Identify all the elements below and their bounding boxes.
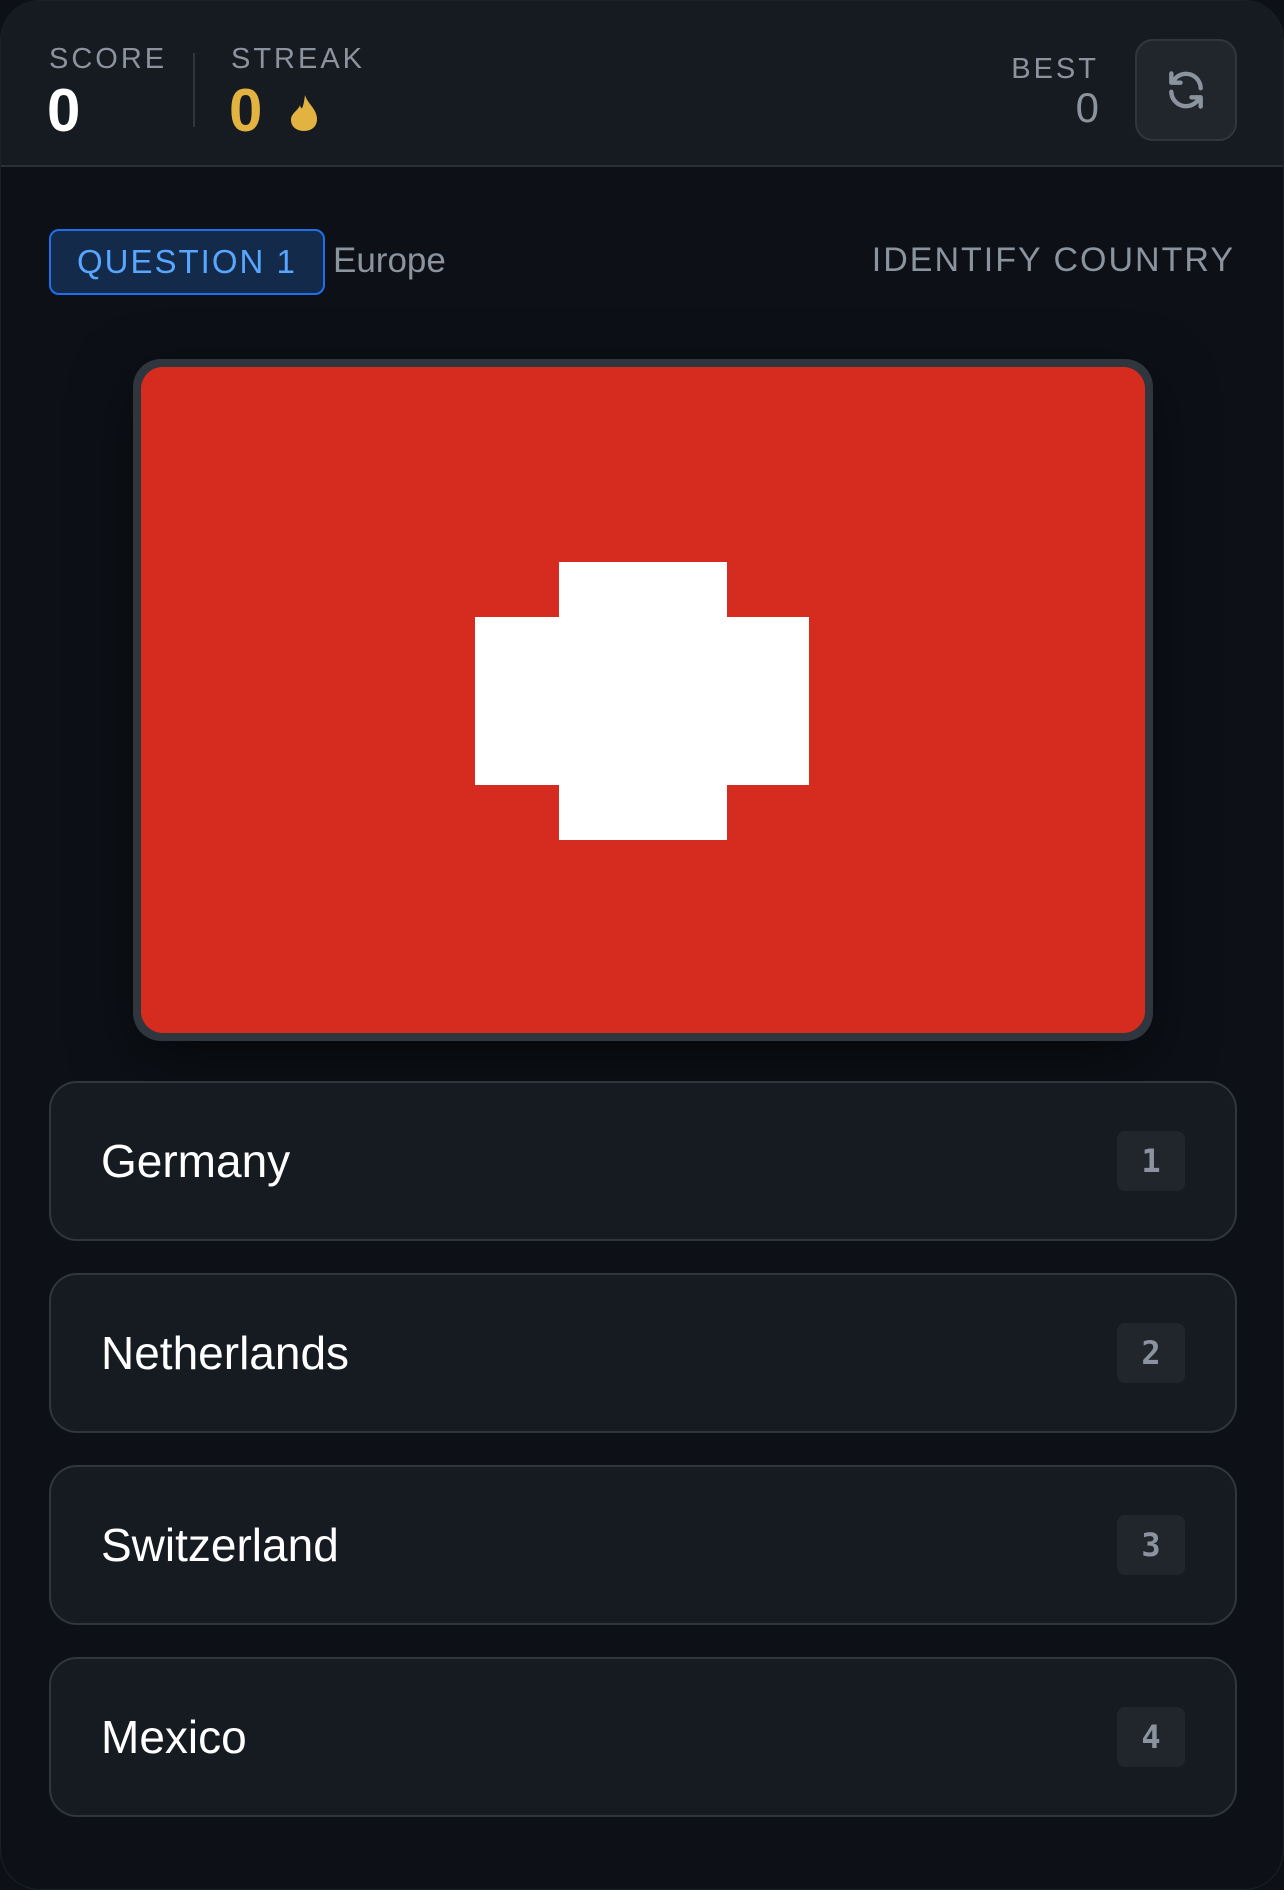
quiz-app: SCORE 0 STREAK 0 BEST 0 QUESTION 1 Europ… — [0, 0, 1284, 1890]
best-label: BEST — [1011, 53, 1099, 85]
flag-cross-horizontal — [475, 617, 809, 785]
streak-value: 0 — [229, 77, 263, 144]
region-label: Europe — [333, 241, 446, 280]
question-mode-label: IDENTIFY COUNTRY — [871, 241, 1235, 279]
option-shortcut-key: 3 — [1117, 1515, 1185, 1575]
option-label: Mexico — [101, 1711, 247, 1763]
streak-label: STREAK — [231, 43, 366, 75]
flag-image — [141, 367, 1145, 1033]
answer-option-3[interactable]: Switzerland 3 — [49, 1465, 1237, 1625]
flag-frame — [133, 359, 1153, 1041]
option-shortcut-key: 4 — [1117, 1707, 1185, 1767]
score-header: SCORE 0 STREAK 0 BEST 0 — [1, 1, 1283, 167]
answer-option-1[interactable]: Germany 1 — [49, 1081, 1237, 1241]
refresh-icon — [1169, 71, 1203, 109]
answer-option-4[interactable]: Mexico 4 — [49, 1657, 1237, 1817]
option-shortcut-key: 2 — [1117, 1323, 1185, 1383]
question-number-badge: QUESTION 1 — [49, 229, 325, 295]
header-divider — [193, 53, 195, 127]
option-label: Switzerland — [101, 1519, 339, 1571]
option-label: Netherlands — [101, 1327, 350, 1379]
fire-icon — [291, 95, 317, 131]
restart-button[interactable] — [1135, 39, 1237, 141]
answer-option-2[interactable]: Netherlands 2 — [49, 1273, 1237, 1433]
score-label: SCORE — [49, 43, 168, 75]
option-shortcut-key: 1 — [1117, 1131, 1185, 1191]
score-value: 0 — [47, 77, 81, 144]
best-value: 0 — [1075, 84, 1099, 131]
option-label: Germany — [101, 1135, 291, 1187]
flag-graphic — [141, 367, 1145, 1033]
